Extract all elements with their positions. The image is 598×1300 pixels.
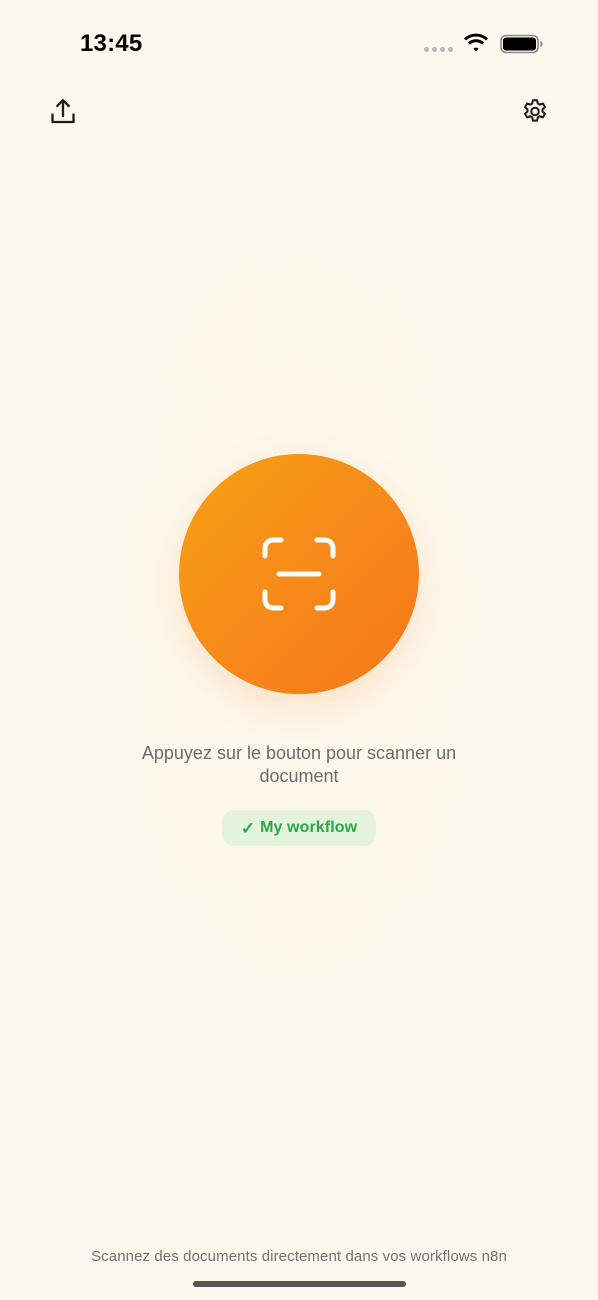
selected-workflow-badge[interactable]: ✓ My workflow — [222, 810, 376, 846]
home-indicator[interactable] — [193, 1281, 406, 1287]
battery-icon — [500, 34, 543, 54]
footer-tagline: Scannez des documents directement dans v… — [91, 1248, 507, 1265]
workflow-name: My workflow — [260, 819, 358, 836]
upload-button[interactable] — [41, 90, 85, 134]
cellular-signal-icon — [424, 47, 453, 52]
app-screen: 13:45 Appuyez sur le bouton pour scanner… — [0, 0, 598, 1300]
document-scanner-icon — [262, 537, 336, 611]
wifi-icon — [464, 33, 488, 52]
checkmark-icon: ✓ — [240, 818, 256, 838]
scan-document-button[interactable] — [179, 454, 419, 694]
scan-instruction: Appuyez sur le bouton pour scanner un do… — [141, 743, 457, 786]
share-upload-icon — [51, 99, 75, 124]
status-time: 13:45 — [80, 30, 143, 57]
gear-icon — [524, 99, 546, 122]
status-bar: 13:45 — [0, 0, 598, 88]
settings-button[interactable] — [513, 90, 557, 134]
